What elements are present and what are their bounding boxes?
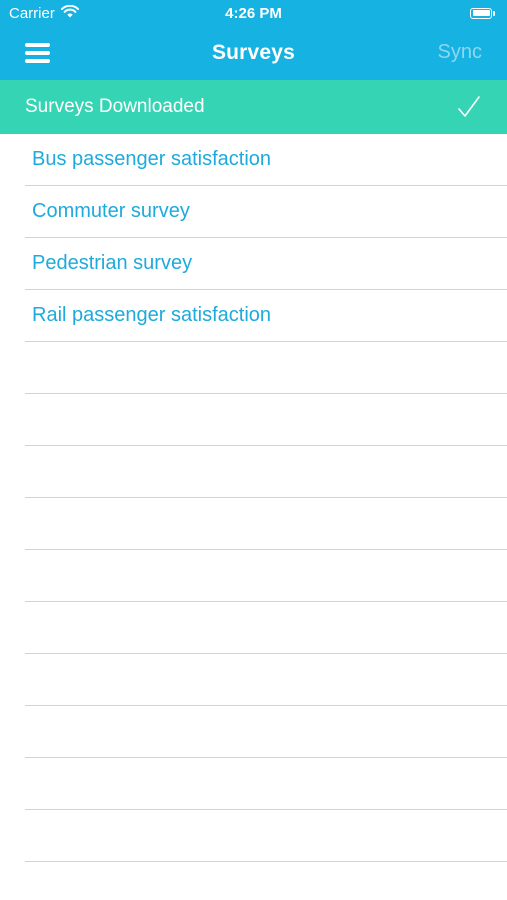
survey-item-rail-passenger-satisfaction[interactable]: Rail passenger satisfaction [25, 290, 507, 342]
empty-list-row [25, 394, 507, 446]
empty-list-row [25, 342, 507, 394]
survey-item-label: Commuter survey [32, 200, 190, 222]
empty-list-row [25, 758, 507, 810]
empty-list-row [25, 602, 507, 654]
empty-list-row [25, 498, 507, 550]
empty-list-row [25, 810, 507, 862]
status-time: 4:26 PM [225, 5, 282, 22]
app-screen: Carrier 4:26 PM Surveys Sync Surveys Dow… [0, 0, 507, 900]
survey-list: Bus passenger satisfaction Commuter surv… [25, 134, 507, 862]
survey-item-pedestrian-survey[interactable]: Pedestrian survey [25, 238, 507, 290]
status-bar: Carrier 4:26 PM [0, 0, 507, 28]
sync-button[interactable]: Sync [438, 41, 482, 64]
navigation-bar: Surveys Sync [0, 28, 507, 80]
page-title: Surveys [211, 41, 296, 64]
battery-icon [470, 6, 498, 20]
banner-text: Surveys Downloaded [25, 96, 205, 117]
empty-list-row [25, 706, 507, 758]
survey-item-label: Bus passenger satisfaction [32, 148, 272, 170]
empty-list-row [25, 446, 507, 498]
checkmark-icon [457, 95, 481, 124]
empty-list-row [25, 550, 507, 602]
survey-item-label: Rail passenger satisfaction [32, 304, 272, 326]
top-bar: Carrier 4:26 PM Surveys Sync [0, 0, 507, 80]
survey-item-commuter-survey[interactable]: Commuter survey [25, 186, 507, 238]
empty-list-row [25, 654, 507, 706]
download-status-banner: Surveys Downloaded [0, 80, 507, 134]
survey-item-bus-passenger-satisfaction[interactable]: Bus passenger satisfaction [25, 134, 507, 186]
survey-item-label: Pedestrian survey [32, 252, 193, 274]
